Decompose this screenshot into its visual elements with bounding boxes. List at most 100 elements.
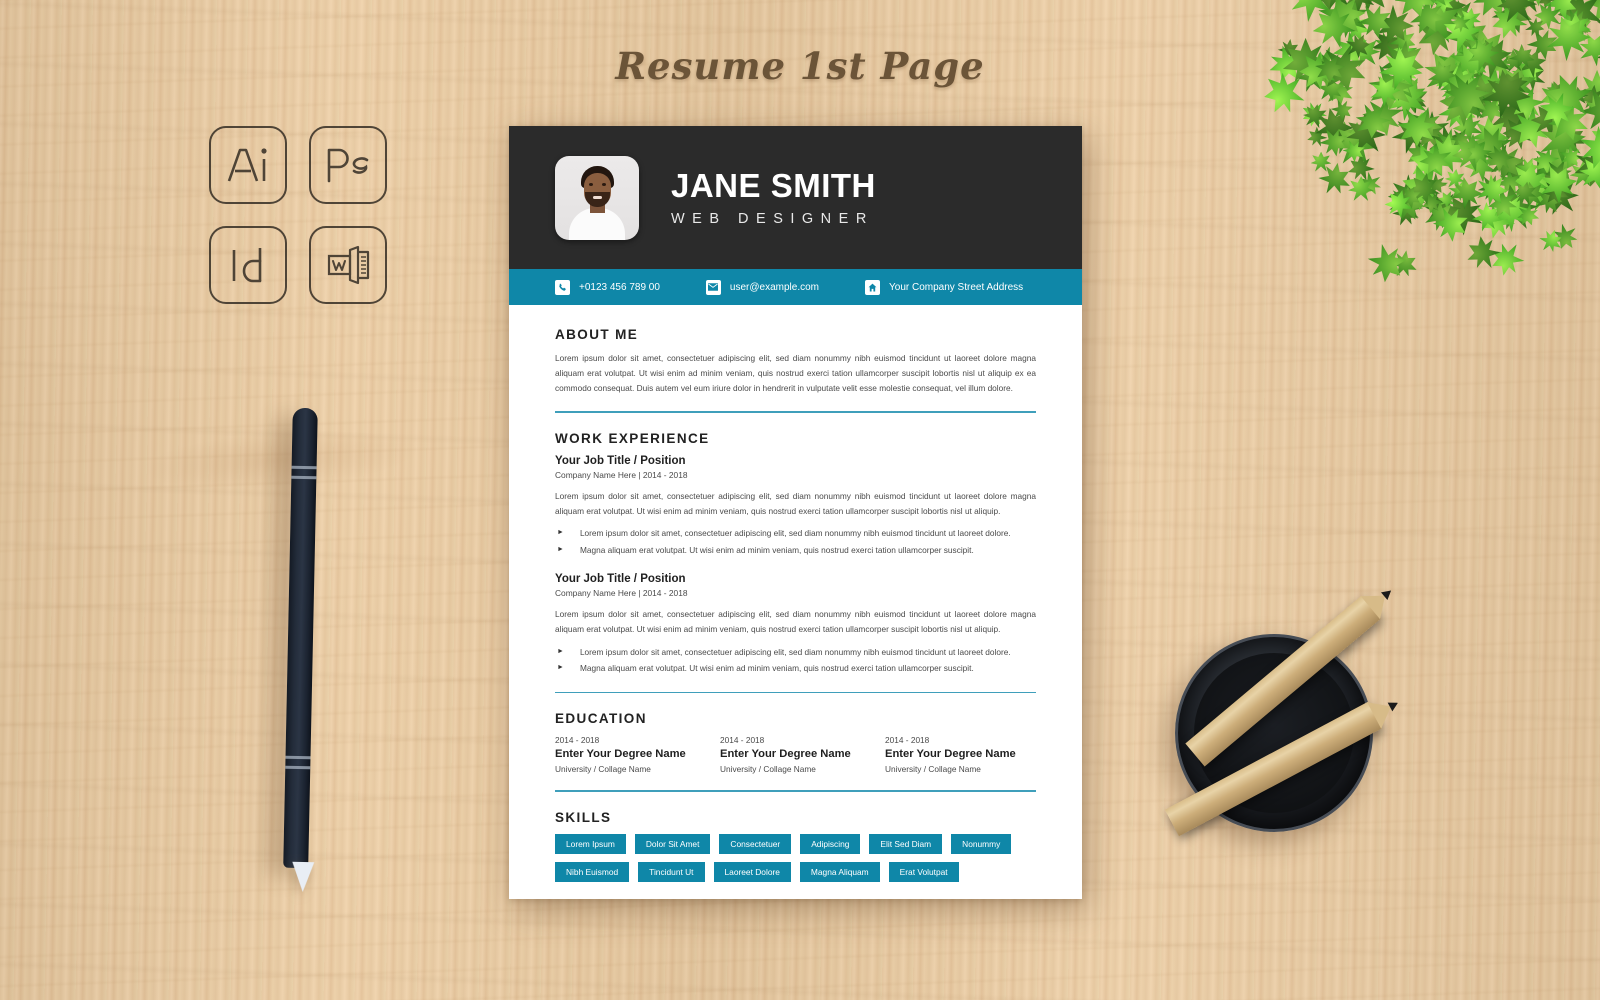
education-school: University / Collage Name (555, 764, 651, 775)
leaf-icon (1336, 0, 1380, 18)
leaf-icon (1389, 196, 1424, 231)
bullet-text: Magna aliquam erat volutpat. Ut wisi eni… (579, 544, 974, 555)
leaf-icon (1387, 182, 1428, 223)
leaf-icon (1590, 2, 1600, 49)
leaf-icon (1516, 0, 1557, 8)
leaf-icon (1445, 171, 1489, 215)
leaf-icon (1512, 180, 1539, 207)
leaf-icon (1443, 167, 1466, 190)
leaf-icon (1457, 6, 1483, 32)
leaf-icon (1320, 0, 1375, 43)
leaf-icon (1534, 0, 1560, 12)
leaf-icon (1406, 106, 1457, 157)
contact-email[interactable]: user@example.com (705, 279, 819, 295)
leaf-icon (1463, 137, 1495, 169)
job-bullets: ► Lorem ipsum dolor sit amet, consectetue… (555, 526, 1036, 557)
list-item: ► Lorem ipsum dolor sit amet, consectetue… (555, 645, 1036, 660)
education-year: 2014 - 2018 (885, 735, 930, 746)
list-item: ► Lorem ipsum dolor sit amet, consectetue… (555, 526, 1036, 541)
leaf-icon (1304, 123, 1331, 150)
leaf-icon (1569, 160, 1596, 187)
leaf-icon (1511, 0, 1545, 14)
leaf-icon (1395, 159, 1453, 217)
phone-icon (555, 279, 570, 295)
leaf-icon (1465, 0, 1521, 23)
contact-address-text: Your Company Street Address (889, 281, 1024, 293)
resume-page: JANE SMITH WEB DESIGNER +0123 456 789 00 (509, 126, 1082, 899)
leaf-icon (1493, 166, 1526, 199)
leaf-icon (1381, 169, 1434, 222)
mockup-title: Resume 1st Page (615, 44, 985, 88)
divider (555, 691, 1036, 694)
leaf-icon (1580, 90, 1600, 126)
leaf-icon (1415, 0, 1465, 45)
adobe-photoshop-icon (309, 126, 387, 204)
contact-phone[interactable]: +0123 456 789 00 (555, 279, 660, 295)
contact-address[interactable]: Your Company Street Address (865, 279, 1024, 295)
leaf-icon (1338, 8, 1375, 45)
leaf-icon (1568, 137, 1600, 194)
wood-knot (111, 319, 449, 601)
leaf-icon (1345, 0, 1393, 13)
section-work-experience: WORK EXPERIENCE Your Job Title / Positio… (555, 431, 1036, 694)
leaf-icon (1573, 80, 1600, 142)
section-about: ABOUT ME Lorem ipsum dolor sit amet, con… (555, 327, 1036, 413)
leaf-icon (1540, 177, 1572, 209)
leaf-icon (1355, 89, 1410, 144)
leaf-icon (1417, 188, 1447, 218)
leaf-icon (1555, 0, 1600, 37)
leaf-icon (1502, 115, 1536, 149)
leaf-icon (1388, 0, 1445, 9)
education-year: 2014 - 2018 (555, 735, 600, 746)
education-entry: 2014 - 2018 Enter Your Degree Name Unive… (885, 735, 1036, 774)
leaf-icon (1543, 0, 1588, 18)
leaf-icon (1552, 0, 1600, 7)
leaf-icon (1480, 137, 1531, 188)
contact-email-text: user@example.com (729, 281, 819, 293)
leaf-icon (1528, 143, 1564, 179)
envelope-icon (705, 279, 721, 295)
leaf-icon (1475, 174, 1508, 207)
leaf-icon (1552, 119, 1591, 158)
leaf-icon (1327, 95, 1356, 124)
leaf-icon (1400, 133, 1442, 175)
education-school: University / Collage Name (720, 764, 816, 775)
home-icon (865, 279, 880, 295)
list-item: ► Magna aliquam erat volutpat. Ut wisi en… (555, 543, 1036, 558)
leaf-icon (1310, 0, 1374, 48)
leaf-icon (1462, 89, 1492, 119)
leaf-icon (1397, 107, 1437, 147)
leaf-icon (1561, 12, 1592, 43)
skill-tag: Erat Volutpat (888, 861, 959, 882)
adobe-indesign-icon (209, 226, 287, 304)
leaf-icon (1434, 87, 1482, 135)
leaf-icon (1484, 178, 1545, 239)
microsoft-word-icon (309, 226, 387, 304)
skill-tag: Magna Aliquam (799, 861, 880, 882)
resume-body: ABOUT ME Lorem ipsum dolor sit amet, con… (509, 305, 1082, 882)
leaf-icon (1534, 186, 1563, 215)
leaf-icon (1345, 112, 1388, 155)
section-education: EDUCATION 2014 - 2018 Enter Your Degree … (555, 711, 1036, 792)
leaf-icon (1420, 128, 1473, 181)
divider (555, 790, 1036, 792)
leaf-icon (1568, 86, 1590, 108)
leaf-icon (1474, 170, 1509, 205)
job-bullets: ► Lorem ipsum dolor sit amet, consectetue… (555, 645, 1036, 676)
leaf-icon (1302, 0, 1350, 15)
leaf-icon (1431, 0, 1456, 14)
leaf-icon (1406, 140, 1451, 185)
leaf-icon (1311, 152, 1332, 173)
leaf-icon (1418, 0, 1473, 33)
leaf-icon (1424, 192, 1461, 229)
skill-tag: Elit Sed Diam (869, 833, 943, 854)
leaf-icon (1405, 102, 1447, 144)
leaf-icon (1575, 152, 1600, 193)
leaf-icon (1423, 199, 1457, 233)
education-entry: 2014 - 2018 Enter Your Degree Name Unive… (555, 735, 706, 774)
education-year: 2014 - 2018 (720, 735, 765, 746)
leaf-icon (1475, 199, 1519, 243)
leaf-icon (1424, 121, 1470, 167)
skill-tag: Laoreet Dolore (713, 861, 791, 882)
leaf-icon (1451, 12, 1472, 33)
